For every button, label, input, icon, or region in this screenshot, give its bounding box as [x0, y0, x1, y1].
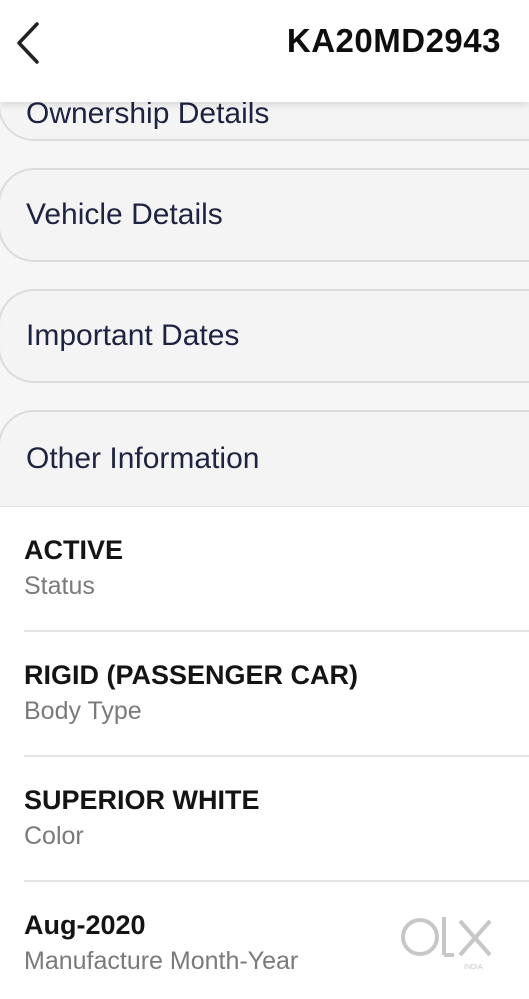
section-label: Other Information	[26, 442, 260, 475]
olx-watermark-logo: INDIA	[401, 917, 492, 971]
section-label: Vehicle Details	[26, 198, 223, 231]
chevron-left-icon	[17, 22, 39, 64]
section-important-dates[interactable]: Important Dates	[0, 289, 529, 383]
page-title: KA20MD2943	[286, 22, 501, 59]
list-item: RIGID (PASSENGER CAR) Body Type	[0, 632, 529, 757]
detail-caption: Color	[24, 822, 84, 850]
detail-caption: Status	[24, 572, 95, 600]
vehicle-info-screen: Ownership Details Vehicle Details Import…	[0, 0, 529, 999]
list-item: SUPERIOR WHITE Color	[0, 757, 529, 882]
section-label: Ownership Details	[26, 97, 270, 130]
section-other-information[interactable]: Other Information	[0, 410, 529, 508]
watermark-sub: INDIA	[464, 964, 483, 971]
detail-value: ACTIVE	[24, 535, 124, 565]
detail-caption: Body Type	[24, 697, 142, 725]
back-button[interactable]	[8, 18, 48, 68]
detail-value: Aug-2020	[24, 910, 146, 940]
section-vehicle-details[interactable]: Vehicle Details	[0, 168, 529, 262]
detail-caption: Manufacture Month-Year	[24, 947, 299, 975]
detail-value: SUPERIOR WHITE	[24, 785, 260, 815]
section-label: Important Dates	[26, 319, 240, 352]
list-item: ACTIVE Status	[0, 507, 529, 632]
detail-value: RIGID (PASSENGER CAR)	[24, 660, 359, 690]
app-header: KA20MD2943	[0, 0, 529, 102]
